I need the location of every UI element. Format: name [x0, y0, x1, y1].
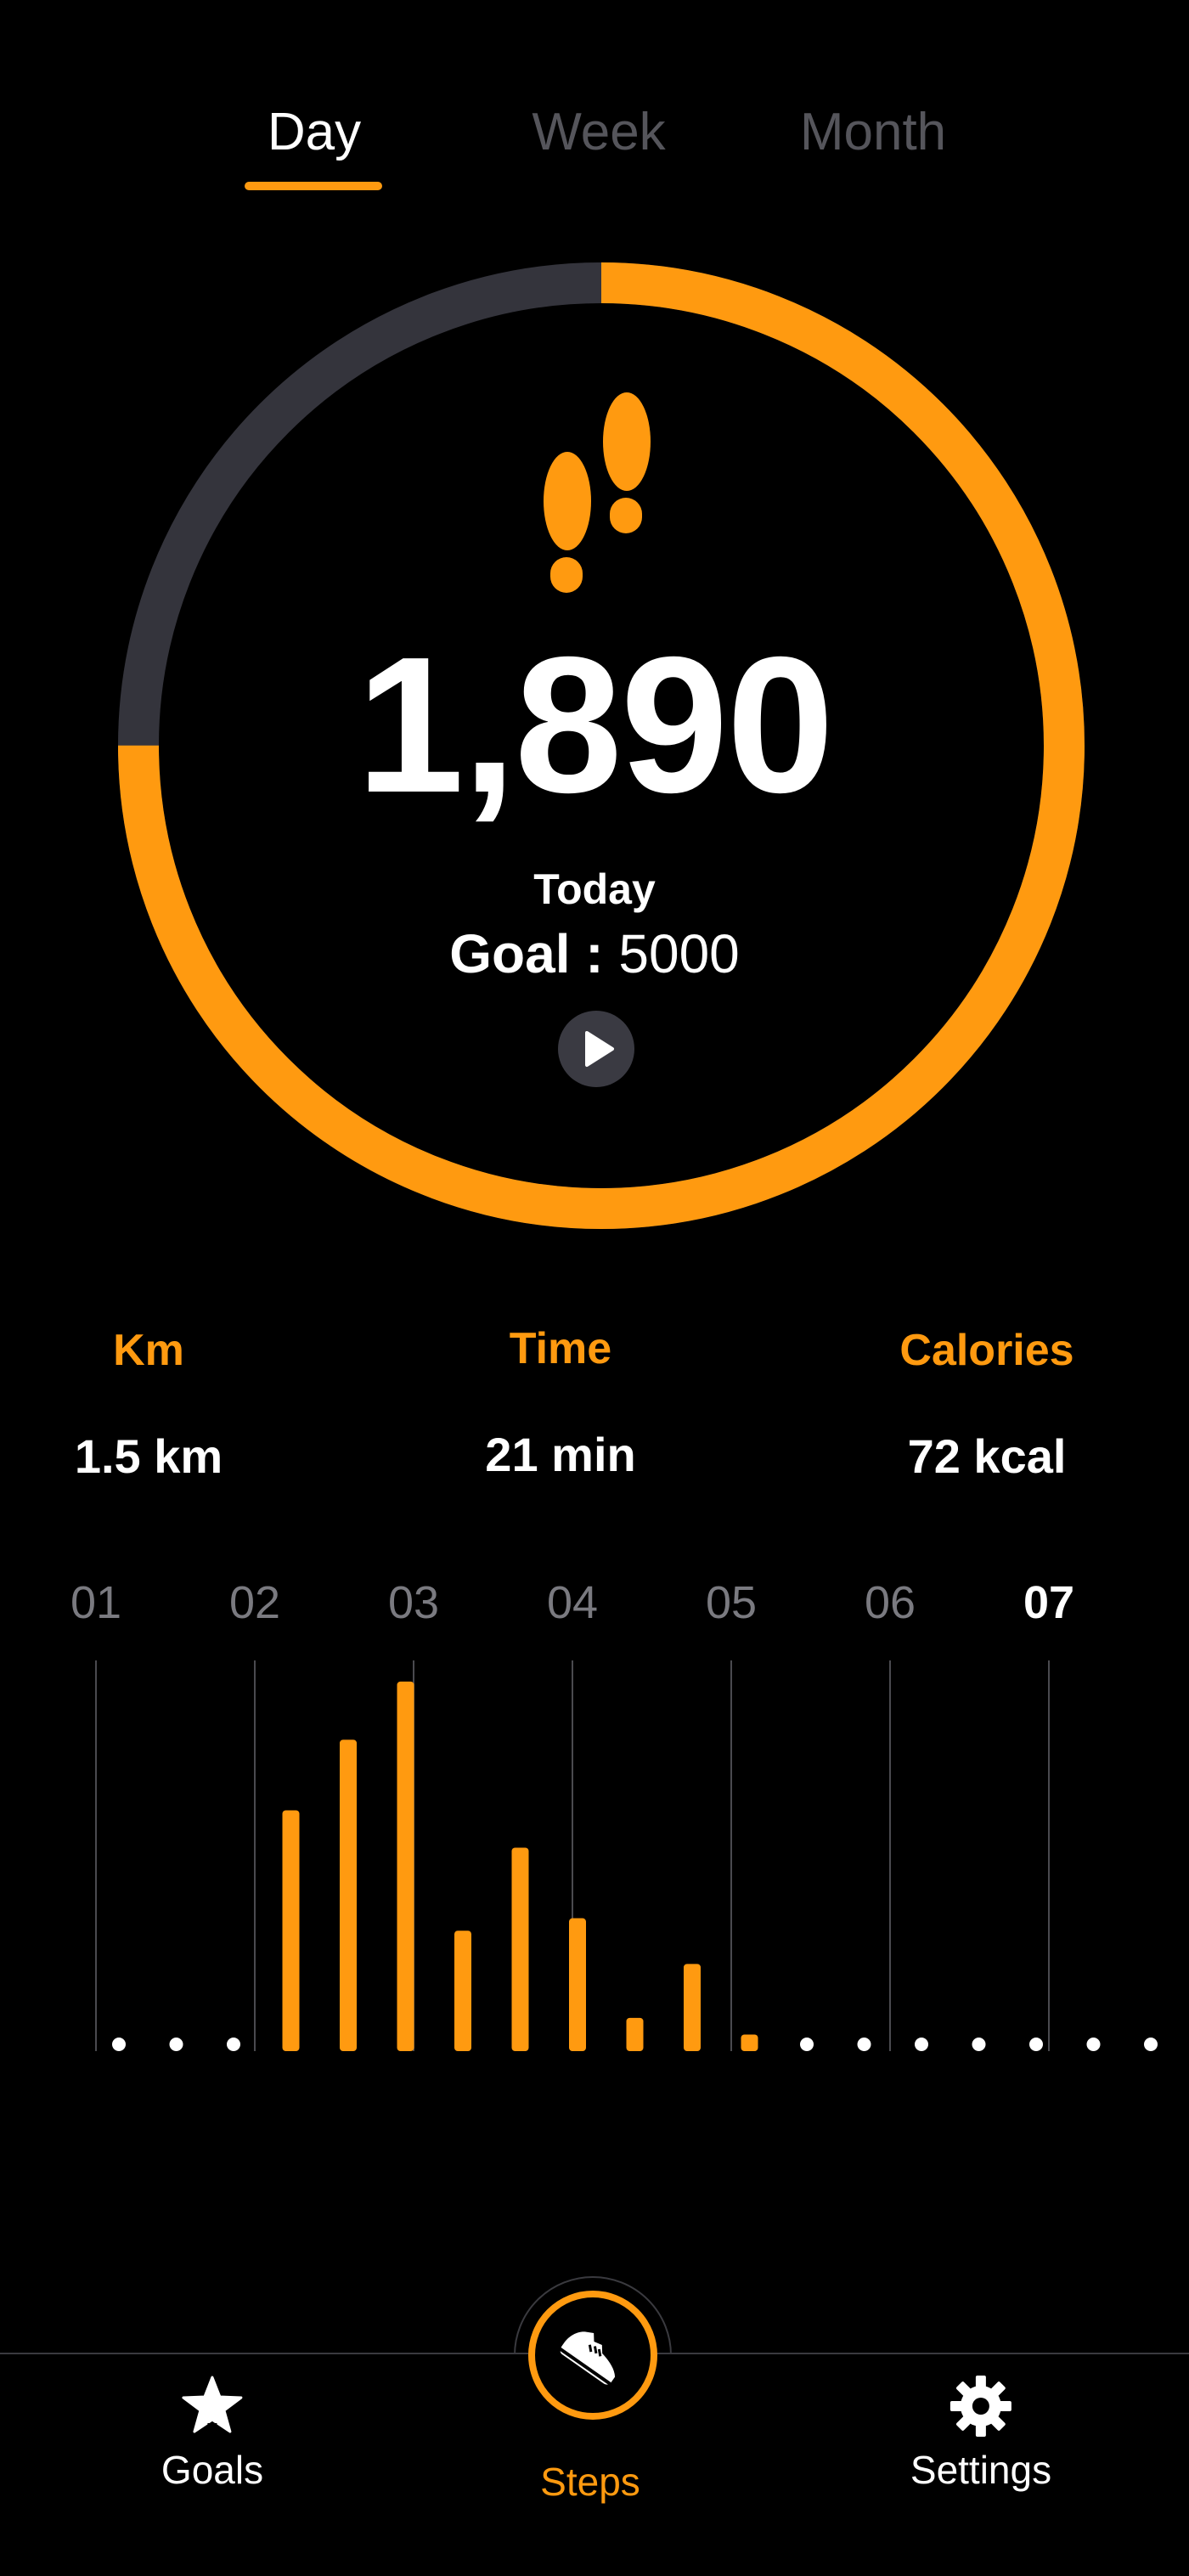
chart-empty-point: [112, 2038, 126, 2051]
play-button[interactable]: [558, 1011, 634, 1087]
stat-calories-value: 72 kcal: [907, 1429, 1067, 1483]
nav-goals[interactable]: Goals: [161, 2374, 263, 2493]
chart-empty-point: [800, 2038, 814, 2051]
stat-calories: Calories 72 kcal: [899, 1325, 1073, 1484]
chart-bar: [397, 1681, 414, 2051]
stat-time: Time 21 min: [485, 1323, 635, 1482]
chart-empty-point: [227, 2038, 240, 2051]
chart-empty-point: [915, 2038, 928, 2051]
chart-bar: [626, 2017, 644, 2051]
chart-empty-point: [169, 2038, 183, 2051]
chart-bar: [569, 1918, 586, 2051]
chart-bar: [511, 1847, 529, 2051]
chart-tick-label: 01: [70, 1580, 121, 1628]
nav-settings-label: Settings: [910, 2448, 1052, 2492]
nav-settings[interactable]: Settings: [910, 2374, 1051, 2493]
bottom-navigation: Goals Steps Settings: [0, 2276, 1189, 2576]
goal-line: Goal : 5000: [0, 922, 1189, 985]
star-icon: [182, 2376, 243, 2437]
stat-time-label: Time: [509, 1324, 612, 1373]
gear-icon: [950, 2376, 1011, 2437]
chart-tick-label: 03: [388, 1580, 439, 1628]
chart-empty-point: [972, 2038, 986, 2051]
period-label: Today: [533, 865, 656, 913]
play-icon: [585, 1031, 614, 1067]
chart-bar: [282, 1810, 300, 2051]
sneaker-icon: [559, 2331, 616, 2386]
chart-bar: [741, 2034, 758, 2051]
chart-empty-point: [1029, 2038, 1043, 2051]
chart-empty-point: [1086, 2038, 1101, 2051]
stat-km: Km 1.5 km: [75, 1325, 223, 1484]
step-progress-ring: 1,890 Today Goal : 5000: [0, 0, 1189, 1257]
chart-canvas: 01 02 03 04 05 06 07: [70, 1580, 1158, 2051]
chart-empty-point: [1144, 2038, 1158, 2051]
goal-value: 5000: [618, 923, 740, 984]
stat-calories-label: Calories: [899, 1326, 1074, 1375]
chart-tick-label: 04: [547, 1580, 598, 1628]
chart-bar: [454, 1931, 471, 2051]
chart-bar: [340, 1739, 357, 2051]
goal-label: Goal :: [449, 923, 604, 984]
stat-time-value: 21 min: [485, 1428, 636, 1481]
chart-tick-label: 02: [229, 1580, 280, 1628]
chart-bar: [684, 1964, 701, 2051]
step-count: 1,890: [356, 617, 835, 833]
chart-empty-point: [857, 2038, 871, 2051]
chart-tick-label: 06: [865, 1580, 916, 1628]
stat-km-value: 1.5 km: [74, 1429, 223, 1483]
nav-steps-label[interactable]: Steps: [540, 2459, 640, 2505]
chart-tick-label: 05: [706, 1580, 757, 1628]
hourly-steps-chart: 01 02 03 04 05 06 07: [0, 1580, 1189, 2072]
nav-goals-label: Goals: [161, 2448, 264, 2492]
steps-nav-button[interactable]: [528, 2291, 657, 2420]
chart-tick-label: 07: [1023, 1580, 1074, 1628]
footprints-icon: [544, 392, 651, 593]
stat-km-label: Km: [113, 1326, 184, 1375]
